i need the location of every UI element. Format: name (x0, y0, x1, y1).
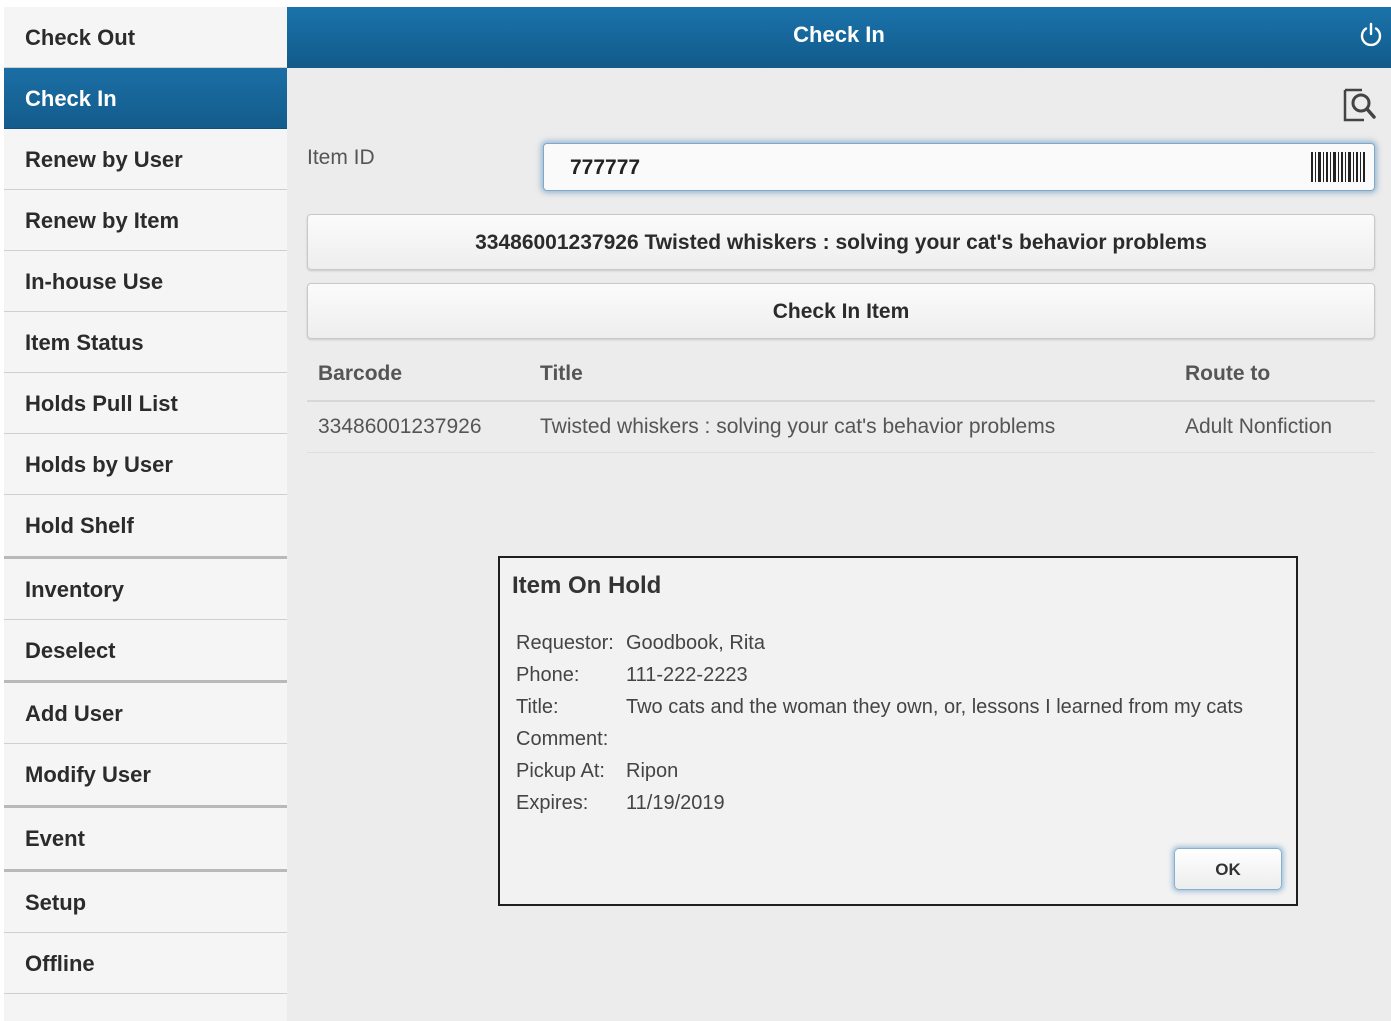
header-bar: Check In (287, 7, 1391, 68)
item-on-hold-dialog: Item On Hold Requestor: Goodbook, Rita P… (498, 556, 1298, 906)
sidebar-item-holds-by-user[interactable]: Holds by User (4, 434, 287, 495)
barcode-icon[interactable] (1309, 150, 1367, 184)
power-icon[interactable] (1357, 21, 1385, 49)
sidebar-item-inventory[interactable]: Inventory (4, 559, 287, 620)
cell-barcode: 33486001237926 (318, 415, 482, 438)
sidebar-item-item-status[interactable]: Item Status (4, 312, 287, 373)
cell-title: Twisted whiskers : solving your cat's be… (540, 415, 1056, 438)
sidebar-item-holds-pull-list[interactable]: Holds Pull List (4, 373, 287, 434)
dialog-title: Item On Hold (512, 572, 662, 599)
page-title: Check In (793, 22, 885, 47)
sidebar-item-modify-user[interactable]: Modify User (4, 744, 287, 808)
sidebar-item-check-in[interactable]: Check In (4, 68, 287, 129)
sidebar-item-event[interactable]: Event (4, 808, 287, 872)
ok-button[interactable]: OK (1174, 848, 1282, 890)
title-label: Title: (516, 696, 559, 718)
main-content: Item ID 777777 33486001237926 Twisted wh… (287, 68, 1391, 1021)
sidebar-item-deselect[interactable]: Deselect (4, 620, 287, 683)
requestor-label: Requestor: (516, 632, 614, 654)
sidebar-item-in-house-use[interactable]: In-house Use (4, 251, 287, 312)
item-id-label: Item ID (307, 146, 375, 169)
requestor-value: Goodbook, Rita (626, 632, 765, 654)
search-document-icon[interactable] (1342, 86, 1378, 124)
sidebar-item-renew-by-item[interactable]: Renew by Item (4, 190, 287, 251)
cell-route-to: Adult Nonfiction (1185, 415, 1333, 438)
sidebar-item-hold-shelf[interactable]: Hold Shelf (4, 495, 287, 559)
item-result-button[interactable]: 33486001237926 Twisted whiskers : solvin… (307, 214, 1375, 270)
sidebar-item-offline[interactable]: Offline (4, 933, 287, 994)
column-header-title: Title (540, 362, 583, 385)
phone-value: 111-222-2223 (626, 664, 748, 686)
item-id-input[interactable]: 777777 (543, 143, 1375, 191)
expires-value: 11/19/2019 (626, 792, 725, 814)
table-row-divider (307, 452, 1375, 453)
sidebar-item-setup[interactable]: Setup (4, 872, 287, 933)
pickup-at-label: Pickup At: (516, 760, 605, 782)
check-in-item-button[interactable]: Check In Item (307, 283, 1375, 339)
pickup-at-value: Ripon (626, 760, 679, 782)
sidebar-item-renew-by-user[interactable]: Renew by User (4, 129, 287, 190)
column-header-barcode: Barcode (318, 362, 403, 385)
sidebar-menu: Check Out Check In Renew by User Renew b… (4, 7, 288, 1021)
table-header-divider (307, 400, 1375, 402)
phone-label: Phone: (516, 664, 580, 686)
expires-label: Expires: (516, 792, 589, 814)
sidebar-item-check-out[interactable]: Check Out (4, 7, 287, 68)
sidebar-item-add-user[interactable]: Add User (4, 683, 287, 744)
column-header-route-to: Route to (1185, 362, 1271, 385)
comment-label: Comment: (516, 728, 609, 750)
title-value: Two cats and the woman they own, or, les… (626, 696, 1243, 718)
